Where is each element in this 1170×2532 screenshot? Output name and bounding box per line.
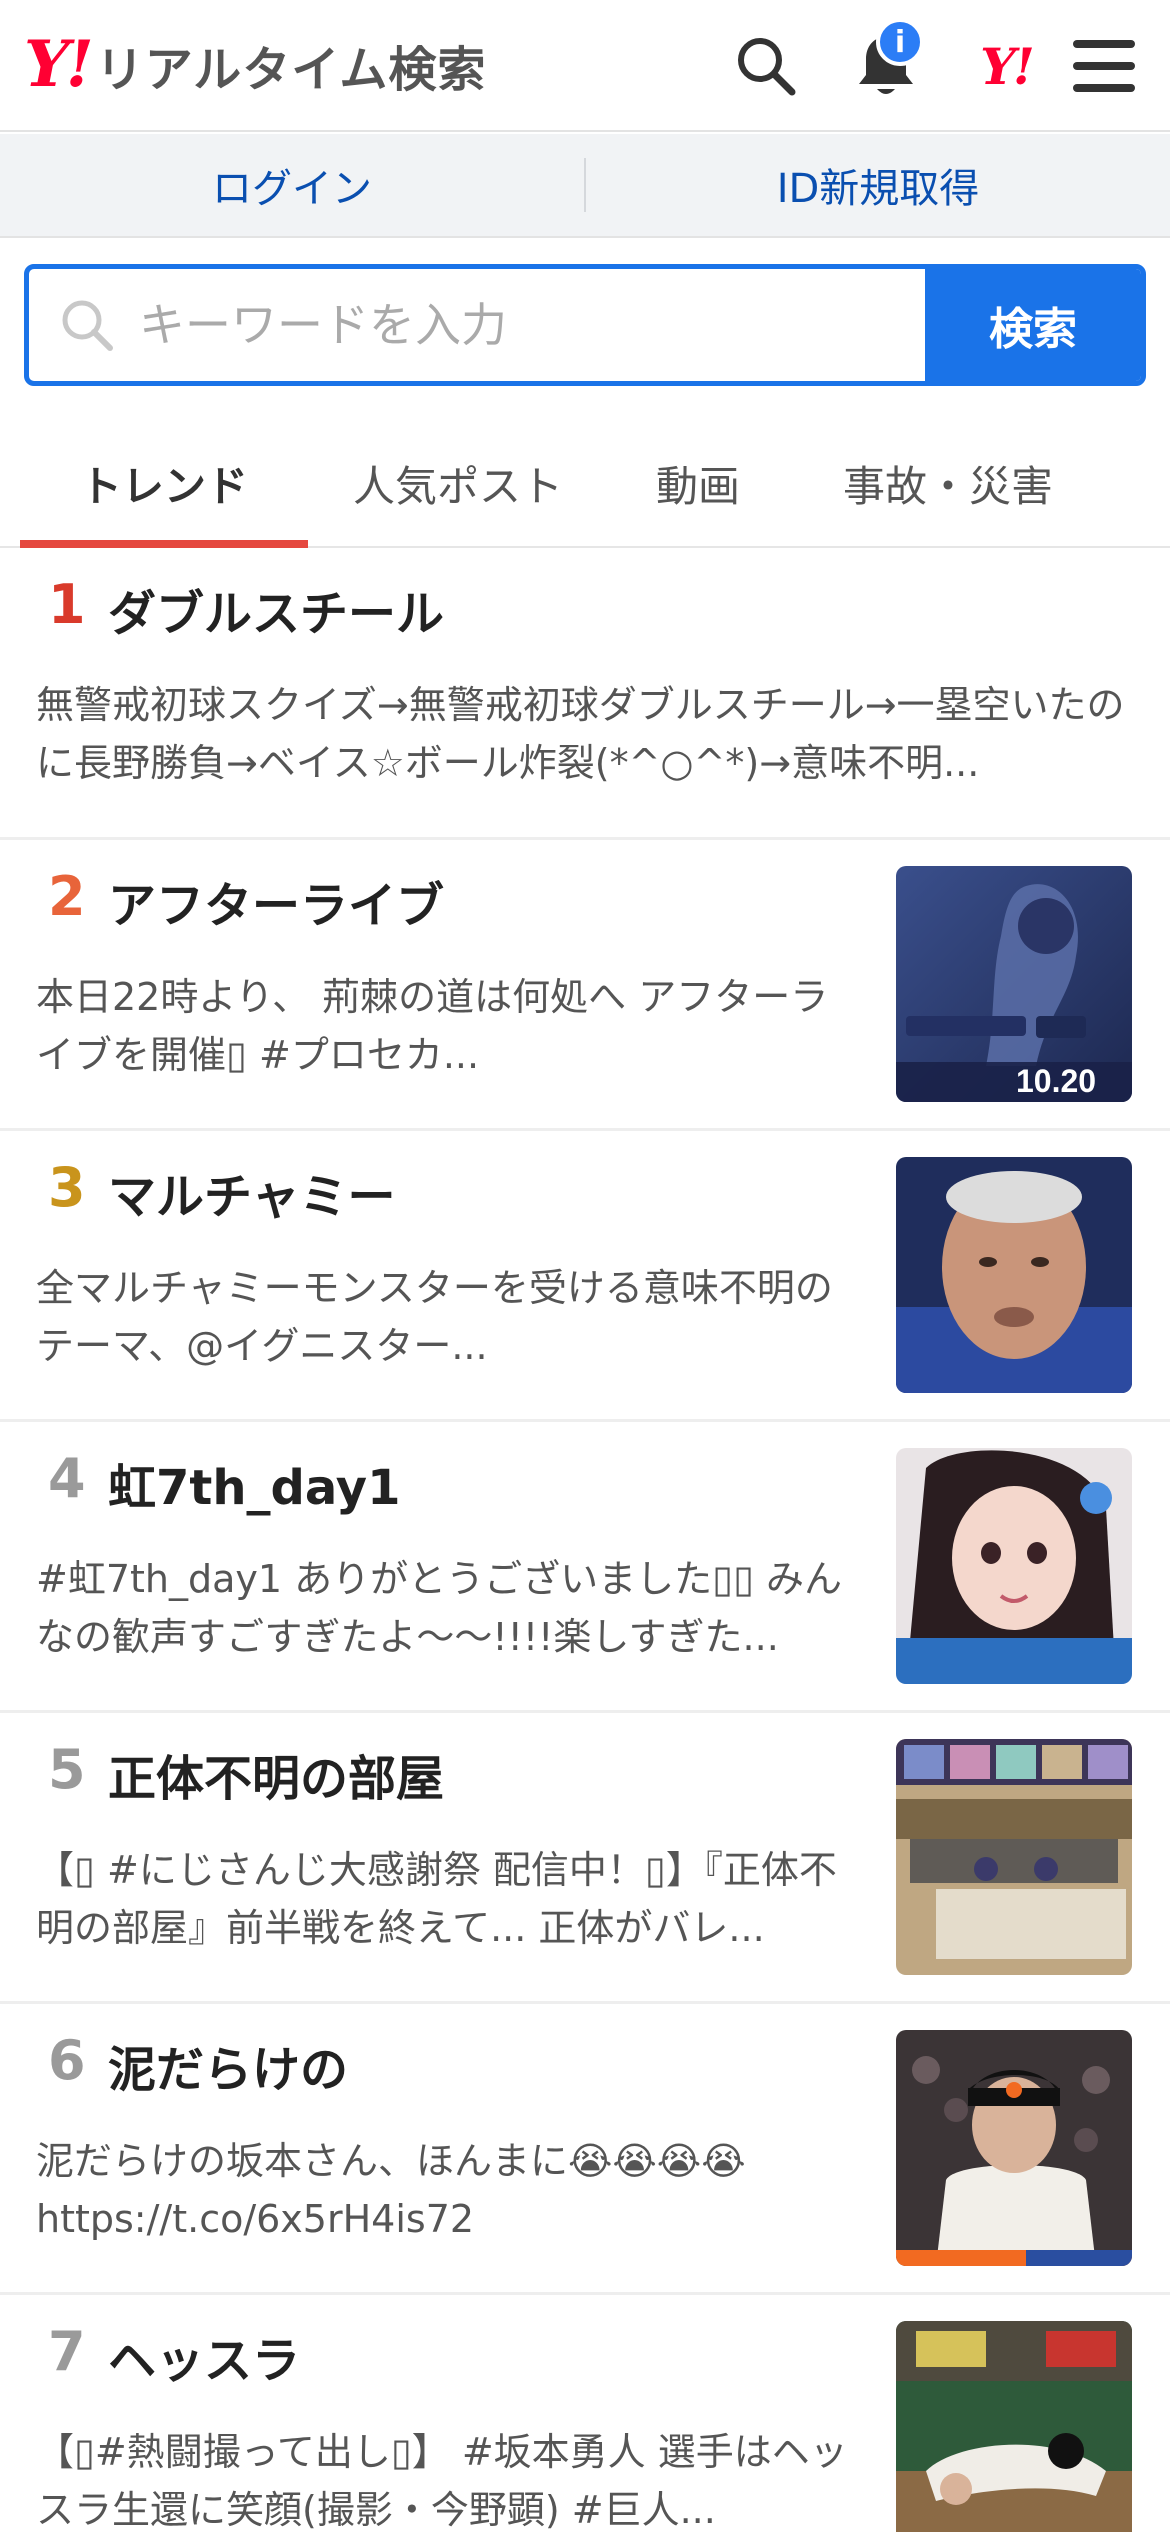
trend-rank: 4 [48, 1447, 86, 1510]
yahoo-logo-mark: Y! [24, 27, 94, 102]
trend-thumbnail: 10.20 [896, 866, 1132, 1102]
trend-rank: 6 [48, 2029, 86, 2092]
app-header: Y! リアルタイム検索 i Y! [0, 0, 1170, 132]
trend-item[interactable]: 7 ヘッスラ 【▯#熱闘撮って出し▯】 #坂本勇人 選手はヘッスラ生還に笑顔(撮… [0, 2295, 1170, 2532]
trend-rank: 7 [48, 2320, 86, 2383]
menu-icon[interactable] [1064, 26, 1144, 106]
login-link[interactable]: ログイン [0, 156, 584, 214]
notification-bell-icon[interactable]: i [846, 18, 926, 106]
trend-description: 全マルチャミーモンスターを受ける意味不明のテーマ、@イグニスター... [36, 1266, 833, 1368]
tab-trend[interactable]: トレンド [20, 420, 308, 548]
yahoo-top-link-icon[interactable]: Y! [966, 26, 1046, 106]
signup-link[interactable]: ID新規取得 [586, 156, 1170, 214]
trend-item[interactable]: 2 アフターライブ 本日22時より、 荊棘の道は何処へ アフターライブを開催▯ … [0, 840, 1170, 1131]
trend-thumbnail [896, 1157, 1132, 1393]
trend-title: 泥だらけの [108, 2042, 349, 2098]
trend-title: 虹7th_day1 [108, 1460, 401, 1516]
trend-item[interactable]: 5 正体不明の部屋 【▯ #にじさんじ大感謝祭 配信中！▯】『正体不明の部屋』前… [0, 1713, 1170, 2004]
trend-thumbnail [896, 1739, 1132, 1975]
account-bar: ログイン ID新規取得 [0, 134, 1170, 238]
trend-rank: 5 [48, 1738, 86, 1801]
trend-title: 正体不明の部屋 [108, 1751, 445, 1807]
thumbnail-date: 10.20 [1016, 1063, 1096, 1099]
trend-thumbnail [896, 1448, 1132, 1684]
trend-description: 泥だらけの坂本さん、ほんまに😭😭😭😭 https://t.co/6x5rH4is… [36, 2139, 746, 2241]
trend-title: ヘッスラ [108, 2333, 301, 2389]
trend-rank: 2 [48, 865, 86, 928]
trend-description: 本日22時より、 荊棘の道は何処へ アフターライブを開催▯ #プロセカ... [36, 975, 829, 1077]
trend-rank: 1 [48, 573, 86, 636]
search-field[interactable] [29, 269, 925, 381]
tab-popular-posts[interactable]: 人気ポスト [308, 420, 608, 546]
search-icon[interactable] [726, 26, 806, 106]
yahoo-realtime-logo[interactable]: Y! リアルタイム検索 [24, 30, 486, 100]
trend-item[interactable]: 4 虹7th_day1 #虹7th_day1 ありがとうございました▯▯ みんな… [0, 1422, 1170, 1713]
tab-videos[interactable]: 動画 [608, 420, 788, 546]
trend-item[interactable]: 3 マルチャミー 全マルチャミーモンスターを受ける意味不明のテーマ、@イグニスタ… [0, 1131, 1170, 1422]
notification-badge: i [876, 18, 924, 66]
trend-title: ダブルスチール [108, 586, 445, 642]
trend-item[interactable]: 1 ダブルスチール 無警戒初球スクイズ→無警戒初球ダブルスチール→一塁空いたのに… [0, 548, 1170, 840]
trend-description: 無警戒初球スクイズ→無警戒初球ダブルスチール→一塁空いたのに長野勝負→ベイス☆ボ… [36, 683, 1125, 785]
trend-description: 【▯#熱闘撮って出し▯】 #坂本勇人 選手はヘッスラ生還に笑顔(撮影・今野顕) … [36, 2430, 848, 2532]
trend-rank: 3 [48, 1156, 86, 1219]
trend-item[interactable]: 6 泥だらけの 泥だらけの坂本さん、ほんまに😭😭😭😭 https://t.co/… [0, 2004, 1170, 2295]
trend-thumbnail [896, 2321, 1132, 2532]
yahoo-mini-logo: Y! [980, 36, 1035, 96]
search-form: 検索 [24, 264, 1146, 386]
trend-description: #虹7th_day1 ありがとうございました▯▯ みんなの歓声すごすぎたよ〜〜!… [36, 1557, 843, 1659]
search-field-icon [62, 300, 113, 351]
category-tabs: トレンド 人気ポスト 動画 事故・災害 [0, 420, 1170, 548]
tab-accidents-disasters[interactable]: 事故・災害 [788, 420, 1108, 546]
trend-thumbnail [896, 2030, 1132, 2266]
search-button[interactable]: 検索 [925, 269, 1141, 381]
app-title: リアルタイム検索 [95, 42, 487, 98]
trend-title: アフターライブ [108, 878, 445, 934]
trend-title: マルチャミー [108, 1169, 396, 1225]
search-input[interactable] [139, 298, 859, 352]
trend-list: 1 ダブルスチール 無警戒初球スクイズ→無警戒初球ダブルスチール→一塁空いたのに… [0, 548, 1170, 2532]
trend-description: 【▯ #にじさんじ大感謝祭 配信中！▯】『正体不明の部屋』前半戦を終えて... … [36, 1848, 837, 1950]
